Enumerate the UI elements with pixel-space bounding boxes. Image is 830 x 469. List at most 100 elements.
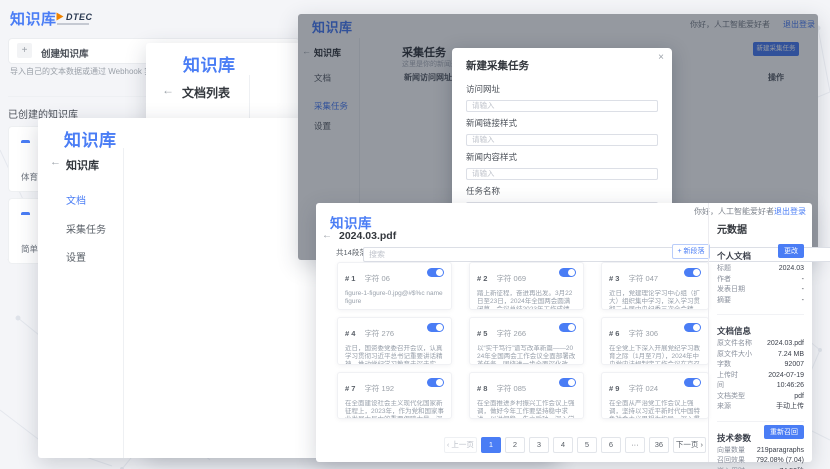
paragraph-card[interactable]: # 7 字符 192 在全面建设社会主义现代化国家新征程上，2023年，作为党和国… <box>337 372 452 419</box>
paragraph-toggle[interactable] <box>427 268 444 277</box>
modal-field-link-style: 新闻链接样式 <box>466 117 658 147</box>
meta-label: 原文件名称 <box>717 339 752 350</box>
paragraph-index: # 5 <box>477 329 487 338</box>
dtec-logo-mark-icon <box>57 13 64 21</box>
paragraph-index: # 9 <box>609 384 619 393</box>
dtec-logo-caption <box>57 23 89 25</box>
paragraph-text: 以“实干笃行”谱写改革新篇——2024年全国两会工作会议全面部署改革任务，围绕进… <box>477 345 576 365</box>
paragraph-toggle[interactable] <box>559 268 576 277</box>
url-input[interactable] <box>466 100 658 112</box>
meta-label: 来源 <box>717 402 731 413</box>
paragraph-card[interactable]: # 2字符 069 踏上新征程，奋进再出发。3月22日至23日，2024年全国两… <box>469 262 584 310</box>
meta-label: 原文件大小 <box>717 350 752 361</box>
pagination-page[interactable]: 4 <box>553 437 573 453</box>
paragraph-toggle[interactable] <box>559 378 576 387</box>
paragraph-index: # 6 <box>609 329 619 338</box>
edit-metadata-button[interactable]: 更改 <box>778 244 804 258</box>
pagination-page[interactable]: 5 <box>577 437 597 453</box>
meta-value: - <box>802 285 804 296</box>
sidebar-item-settings[interactable]: 设置 <box>66 249 86 264</box>
close-icon[interactable]: × <box>658 52 664 63</box>
meta-value: pdf <box>794 392 804 403</box>
paragraph-toggle[interactable] <box>559 323 576 332</box>
char-count: 字符 306 <box>628 329 658 338</box>
document-title: 2024.03.pdf <box>339 230 396 242</box>
paragraph-card[interactable]: # 5字符 266 以“实干笃行”谱写改革新篇——2024年全国两会工作会议全面… <box>469 317 584 365</box>
back-arrow-icon[interactable]: ← <box>162 83 174 97</box>
pagination-prev[interactable]: ‹ 上一页 <box>444 437 477 453</box>
field-label: 新闻内容样式 <box>466 151 658 163</box>
paragraph-text: 在全党上下深入开展党纪学习教育之际（1月至7月），2024年中央党内法规制定工作… <box>609 345 701 365</box>
paragraph-index: # 3 <box>609 274 619 283</box>
add-paragraph-button[interactable]: + 新段落 <box>672 244 710 259</box>
paragraph-card[interactable]: # 6 字符 306 在全党上下深入开展党纪学习教育之际（1月至7月），2024年… <box>601 317 709 365</box>
paragraph-card[interactable]: # 1字符 06 figure-1-figure-0.jpg@#$%c name… <box>337 262 452 310</box>
paragraph-toggle[interactable] <box>684 268 701 277</box>
char-count: 字符 276 <box>364 329 394 338</box>
paragraph-index: # 4 <box>345 329 355 338</box>
news-content-style-input[interactable] <box>466 168 658 180</box>
modal-title: 新建采集任务 <box>466 60 529 72</box>
section-title: 技术参数 <box>717 433 751 443</box>
meta-value: 792.08% (7.04) <box>756 456 804 467</box>
paragraph-card-grid: # 1字符 06 figure-1-figure-0.jpg@#$%c name… <box>337 262 709 420</box>
pagination-page[interactable]: 3 <box>529 437 549 453</box>
re-recall-button[interactable]: 重新召回 <box>764 425 804 439</box>
meta-label: 字数 <box>717 360 731 371</box>
meta-value: - <box>802 296 804 307</box>
paragraph-text: 在全面建设社会主义现代化国家新征程上，2023年，作为党和国家事业发展大局中的重… <box>345 400 444 419</box>
plus-icon: + <box>17 43 32 58</box>
paragraph-card[interactable]: # 3字符 047 近日，党建理论学习中心组（扩大）组织集中学习，深入学习贯彻二… <box>601 262 709 310</box>
meta-value: 手动上传 <box>776 402 804 413</box>
meta-value: 7.24 MB <box>778 350 804 361</box>
screen: 知识库 DTEC + 创建知识库 导入自己的文本数据或通过 Webhook 实时… <box>0 0 830 469</box>
char-count: 字符 024 <box>628 384 658 393</box>
paragraph-card[interactable]: # 9 字符 024 在全面从严治党工作会议上强调，坚持以习近平新时代中国特色社会… <box>601 372 709 419</box>
paragraph-toggle[interactable] <box>684 323 701 332</box>
paragraph-card[interactable]: # 4字符 276 近日，国资委党委召开会议，认真学习贯彻习近平总书记重要讲话精… <box>337 317 452 365</box>
paragraph-index: # 7 <box>345 384 355 393</box>
back-arrow-icon[interactable]: ← <box>50 156 61 168</box>
char-count: 字符 06 <box>364 274 389 283</box>
metadata-section-tech: 技术参数 重新召回 向量数量219paragraphs 召回效果792.08% … <box>717 421 804 469</box>
pagination-page[interactable]: 2 <box>505 437 525 453</box>
app-logo-title: 知识库 <box>10 8 57 29</box>
meta-label: 文档类型 <box>717 392 745 403</box>
char-count: 字符 192 <box>364 384 394 393</box>
create-knowledge-label: 创建知识库 <box>41 46 89 60</box>
metadata-title: 元数据 <box>717 221 804 236</box>
meta-value: 92007 <box>785 360 804 371</box>
meta-label: 向量数量 <box>717 446 745 457</box>
back-arrow-icon[interactable]: ← <box>322 230 332 241</box>
meta-value: 2024.03.pdf <box>767 339 804 350</box>
news-link-style-input[interactable] <box>466 134 658 146</box>
knowledge-back-label[interactable]: 知识库 <box>66 157 99 173</box>
pagination-page[interactable]: 1 <box>481 437 501 453</box>
paragraph-index: # 2 <box>477 274 487 283</box>
field-label: 新闻链接样式 <box>466 117 658 129</box>
meta-value: 219paragraphs <box>757 446 804 457</box>
paragraph-text: 踏上新征程，奋进再出发。3月22日至23日，2024年全国两会圆满闭幕，会议总结… <box>477 290 576 310</box>
meta-label: 摘要 <box>717 296 731 307</box>
modal-field-url: 访问网址 <box>466 83 658 113</box>
meta-label: 发表日期 <box>717 285 745 296</box>
doc-list-back-label[interactable]: 文档列表 <box>182 84 230 101</box>
pagination-page[interactable]: 36 <box>649 437 669 453</box>
meta-label: 标题 <box>717 264 731 275</box>
sidebar-item-docs[interactable]: 文档 <box>66 192 86 207</box>
paragraph-text: 在全面从严治党工作会议上强调，坚持以习近平新时代中国特色社会主义思想为指导，深入… <box>609 400 701 419</box>
sidebar-item-collect-tasks[interactable]: 采集任务 <box>66 221 106 236</box>
paragraph-index: # 8 <box>477 384 487 393</box>
window-title: 知识库 <box>183 51 236 76</box>
paragraph-card[interactable]: # 8字符 085 在全面推进乡村振兴工作会议上强调，做好今年工作要坚持稳中求进… <box>469 372 584 419</box>
paragraph-toggle[interactable] <box>427 378 444 387</box>
meta-label: 作者 <box>717 275 731 286</box>
paragraph-toggle[interactable] <box>684 378 701 387</box>
pagination-ellipsis[interactable]: ··· <box>625 437 645 453</box>
pagination-page[interactable]: 6 <box>601 437 621 453</box>
paragraph-toggle[interactable] <box>427 323 444 332</box>
pagination-next[interactable]: 下一页 › <box>673 437 706 453</box>
window-title: 知识库 <box>330 212 372 232</box>
dtec-logo-text: DTEC <box>66 12 93 22</box>
section-title: 文档信息 <box>717 326 751 336</box>
